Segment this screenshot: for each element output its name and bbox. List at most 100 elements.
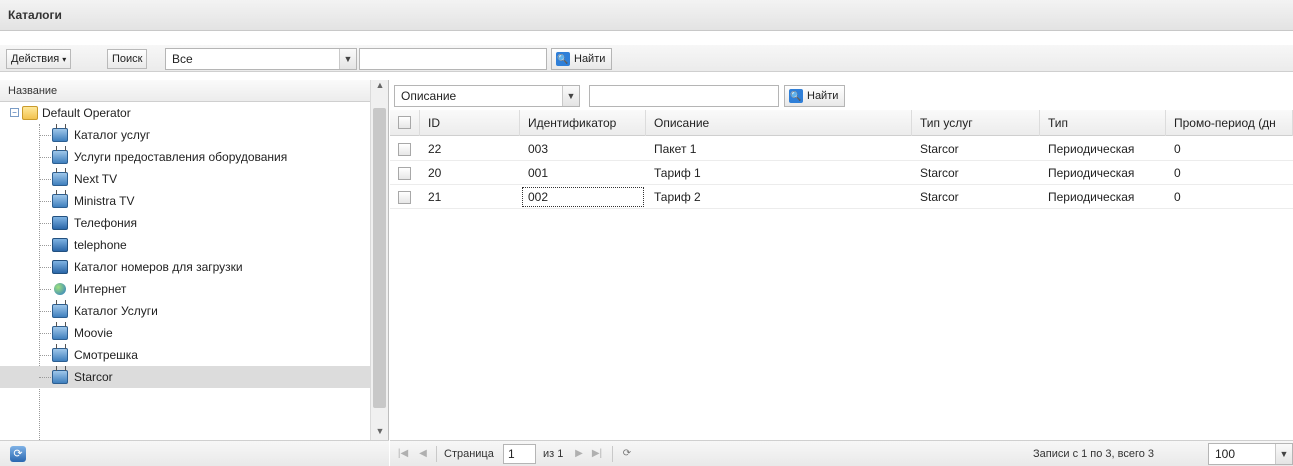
cell-type: Периодическая	[1048, 142, 1135, 156]
actions-menu-button[interactable]: Действия ▾	[6, 49, 72, 69]
tree-item-2[interactable]: Next TV	[0, 168, 370, 190]
cell-promo-period: 0	[1174, 166, 1181, 180]
actions-label: Действия	[11, 53, 60, 65]
tree-item-label: Moovie	[74, 326, 113, 340]
tree-connector	[39, 355, 51, 356]
find-button-label: Найти	[574, 53, 606, 65]
tree-item-label: Next TV	[74, 172, 118, 186]
tree-item-label: Телефония	[74, 216, 137, 230]
scrollbar-thumb[interactable]	[373, 108, 386, 408]
next-page-icon[interactable]: ▶	[570, 445, 588, 463]
tree-item-3[interactable]: Ministra TV	[0, 190, 370, 212]
cell-description: Тариф 1	[654, 166, 701, 180]
tree-item-label: Каталог номеров для загрузки	[74, 260, 243, 274]
last-page-icon[interactable]: ▶|	[588, 445, 606, 463]
tree-footer: ⟳	[0, 440, 389, 466]
cell-type: Периодическая	[1048, 166, 1135, 180]
search-input[interactable]	[359, 48, 547, 70]
select-all-checkbox[interactable]	[398, 116, 411, 129]
cell-description: Тариф 2	[654, 190, 701, 204]
tree-item-9[interactable]: Moovie	[0, 322, 370, 344]
cell-id: 21	[428, 190, 442, 204]
chevron-down-icon: ▾	[62, 55, 67, 64]
page-size-select[interactable]: 100 ▼	[1208, 443, 1293, 465]
window-title: Каталоги	[0, 0, 1293, 31]
separator	[612, 446, 613, 462]
phone-icon	[52, 238, 68, 252]
refresh-icon[interactable]: ⟳	[10, 446, 26, 462]
tv-icon	[52, 304, 68, 318]
cell-service-type: Starcor	[920, 166, 959, 180]
select-all-cell[interactable]	[390, 110, 420, 136]
chevron-down-icon[interactable]: ▼	[562, 86, 579, 106]
tree-item-label: Услуги предоставления оборудования	[74, 150, 288, 164]
tree-item-label: Ministra TV	[74, 194, 135, 208]
field-select[interactable]: Описание ▼	[394, 85, 580, 107]
tree-item-8[interactable]: Каталог Услуги	[0, 300, 370, 322]
grid-find-button[interactable]: 🔍 Найти	[784, 85, 846, 107]
tree-connector	[39, 179, 51, 180]
row-checkbox[interactable]	[398, 191, 411, 204]
row-checkbox[interactable]	[398, 167, 411, 180]
grid-search-input[interactable]	[589, 85, 779, 107]
table-row[interactable]: 21 002 Тариф 2 Starcor Периодическая 0	[390, 185, 1293, 209]
folder-icon	[22, 106, 38, 120]
filter-select[interactable]: Все ▼	[165, 48, 357, 70]
cell-id: 22	[428, 142, 442, 156]
row-checkbox[interactable]	[398, 143, 411, 156]
column-header[interactable]: Тип	[1040, 110, 1166, 136]
scroll-up-icon[interactable]: ▲	[371, 80, 389, 96]
tree-connector	[39, 377, 51, 378]
tree-connector	[39, 223, 51, 224]
column-header[interactable]: Идентификатор	[520, 110, 646, 136]
separator	[436, 446, 437, 462]
tree-item-7[interactable]: Интернет	[0, 278, 370, 300]
column-header[interactable]: ID	[420, 110, 520, 136]
page-label: Страница	[444, 448, 494, 460]
refresh-icon[interactable]: ⟳	[618, 445, 636, 463]
column-header[interactable]: Описание	[646, 110, 912, 136]
find-button[interactable]: 🔍 Найти	[551, 48, 613, 70]
cell-identifier: 003	[528, 142, 549, 156]
tv-icon	[52, 172, 68, 186]
cell-service-type: Starcor	[920, 190, 959, 204]
table-row[interactable]: 22 003 Пакет 1 Starcor Периодическая 0	[390, 137, 1293, 161]
tree-connector	[39, 245, 51, 246]
filter-select-value: Все	[172, 52, 193, 66]
tree-item-6[interactable]: Каталог номеров для загрузки	[0, 256, 370, 278]
tree-item-5[interactable]: telephone	[0, 234, 370, 256]
catalog-tree-panel: Название − Default Operator Каталог услу…	[0, 80, 389, 466]
tree-item-1[interactable]: Услуги предоставления оборудования	[0, 146, 370, 168]
tree-item-11[interactable]: Starcor	[0, 366, 370, 388]
tree-item-0[interactable]: Каталог услуг	[0, 124, 370, 146]
tree-node-root[interactable]: − Default Operator	[0, 102, 370, 124]
table-row[interactable]: 20 001 Тариф 1 Starcor Периодическая 0	[390, 161, 1293, 185]
globe-icon	[54, 283, 66, 295]
chevron-down-icon[interactable]: ▼	[339, 49, 356, 69]
tree-scrollbar[interactable]: ▲ ▼	[370, 80, 388, 446]
collapse-toggle-icon[interactable]: −	[10, 108, 19, 117]
search-icon: 🔍	[789, 89, 803, 103]
first-page-icon[interactable]: |◀	[394, 445, 412, 463]
tree-connector	[39, 135, 51, 136]
chevron-down-icon[interactable]: ▼	[1275, 444, 1292, 464]
cell-type: Периодическая	[1048, 190, 1135, 204]
tree-item-10[interactable]: Смотрешка	[0, 344, 370, 366]
tree-connector	[39, 289, 51, 290]
column-header[interactable]: Промо-период (дн	[1166, 110, 1293, 136]
prev-page-icon[interactable]: ◀	[414, 445, 432, 463]
column-header[interactable]: Тип услуг	[912, 110, 1040, 136]
page-size-value: 100	[1215, 447, 1236, 461]
main-toolbar: Действия ▾ Поиск Все ▼ 🔍 Найти	[0, 45, 1293, 72]
tree-connector	[39, 201, 51, 202]
tree-item-label: Интернет	[74, 282, 127, 296]
tree-connector	[39, 311, 51, 312]
cell-description: Пакет 1	[654, 142, 697, 156]
tree-item-label: Каталог услуг	[74, 128, 151, 142]
cell-service-type: Starcor	[920, 142, 959, 156]
tree-column-header[interactable]: Название	[0, 80, 370, 102]
grid-find-button-label: Найти	[807, 90, 839, 102]
tree-item-4[interactable]: Телефония	[0, 212, 370, 234]
page-number-input[interactable]: 1	[503, 444, 536, 464]
records-count: Записи с 1 по 3, всего 3	[1033, 448, 1155, 460]
